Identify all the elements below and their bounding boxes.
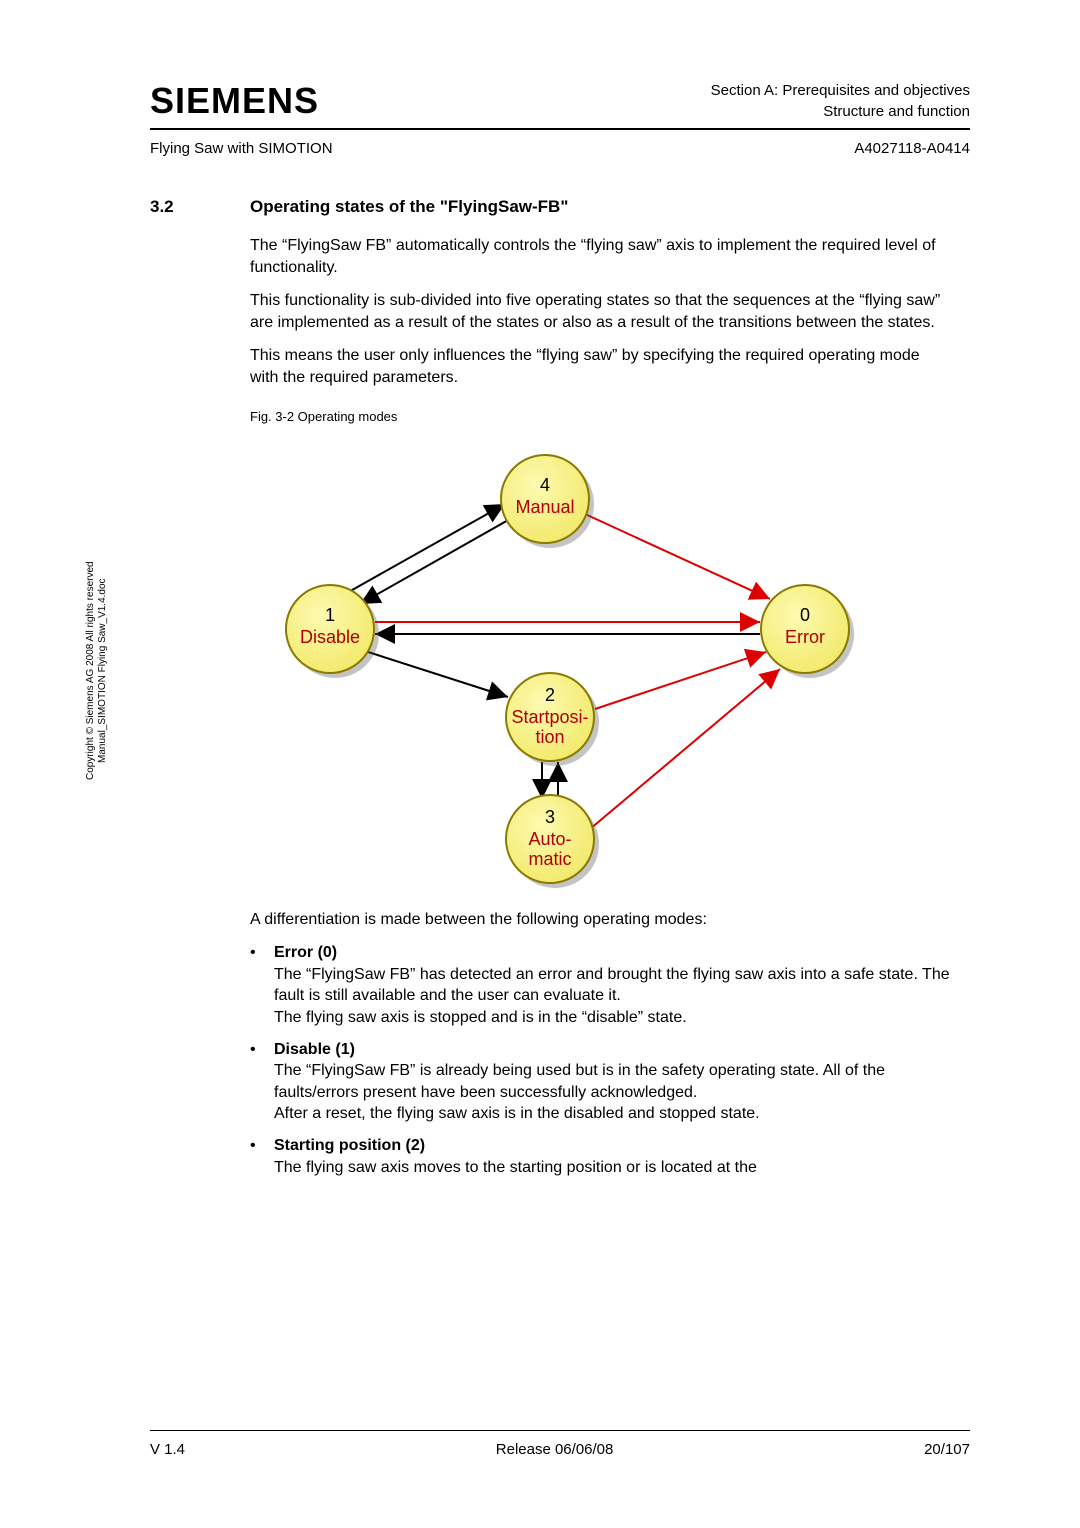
node-error-label: Error	[785, 627, 825, 647]
section-heading: 3.2 Operating states of the "FlyingSaw-F…	[150, 197, 970, 217]
node-startpos-label1: Startposi-	[511, 707, 588, 727]
node-manual-label: Manual	[515, 497, 574, 517]
header-section-info: Section A: Prerequisites and objectives …	[711, 80, 970, 122]
node-error-num: 0	[800, 605, 810, 625]
footer-version: V 1.4	[150, 1441, 185, 1458]
header: SIEMENS Section A: Prerequisites and obj…	[150, 80, 970, 130]
node-startpos-num: 2	[545, 685, 555, 705]
bullet-icon: •	[250, 942, 260, 1028]
node-manual-num: 4	[540, 475, 550, 495]
section-title: Operating states of the "FlyingSaw-FB"	[250, 197, 568, 217]
doc-number: A4027118-A0414	[854, 140, 970, 157]
paragraph-4: A differentiation is made between the fo…	[250, 909, 950, 931]
copyright-line2: Manual_SIMOTION Flying Saw_V1.4.doc	[97, 561, 109, 780]
list-item: • Error (0) The “FlyingSaw FB” has detec…	[250, 942, 970, 1028]
node-disable-num: 1	[325, 605, 335, 625]
footer-page: 20/107	[924, 1441, 970, 1458]
subheader: Flying Saw with SIMOTION A4027118-A0414	[150, 140, 970, 157]
copyright-vertical: Copyright © Siemens AG 2008 All rights r…	[85, 561, 109, 780]
copyright-line1: Copyright © Siemens AG 2008 All rights r…	[85, 561, 97, 780]
bullet-text-2: The flying saw axis moves to the startin…	[274, 1159, 757, 1176]
bullet-title-2: Starting position (2)	[274, 1137, 425, 1154]
header-section-line2: Structure and function	[711, 101, 970, 122]
header-section-line1: Section A: Prerequisites and objectives	[711, 80, 970, 101]
list-item: • Disable (1) The “FlyingSaw FB” is alre…	[250, 1039, 970, 1125]
bullet-list: • Error (0) The “FlyingSaw FB” has detec…	[250, 942, 970, 1178]
node-auto-label2: matic	[528, 849, 571, 869]
section-number: 3.2	[150, 197, 210, 217]
paragraph-1: The “FlyingSaw FB” automatically control…	[250, 235, 950, 278]
footer-release: Release 06/06/08	[496, 1441, 614, 1458]
state-diagram: 4 Manual 1 Disable 0 Error 2 Startposi- …	[250, 439, 870, 899]
list-item: • Starting position (2) The flying saw a…	[250, 1135, 970, 1178]
bullet-icon: •	[250, 1135, 260, 1178]
node-disable-label: Disable	[300, 627, 360, 647]
bullet-icon: •	[250, 1039, 260, 1125]
bullet-title-0: Error (0)	[274, 944, 337, 961]
node-auto-label1: Auto-	[528, 829, 571, 849]
figure-caption: Fig. 3-2 Operating modes	[250, 409, 970, 424]
paragraph-3: This means the user only influences the …	[250, 345, 950, 388]
bullet-text-0: The “FlyingSaw FB” has detected an error…	[274, 966, 950, 1026]
node-startpos-label2: tion	[535, 727, 564, 747]
bullet-title-1: Disable (1)	[274, 1041, 355, 1058]
paragraph-2: This functionality is sub-divided into f…	[250, 290, 950, 333]
siemens-logo: SIEMENS	[150, 80, 319, 122]
doc-title: Flying Saw with SIMOTION	[150, 140, 333, 157]
footer: V 1.4 Release 06/06/08 20/107	[150, 1430, 970, 1458]
node-auto-num: 3	[545, 807, 555, 827]
bullet-text-1: The “FlyingSaw FB” is already being used…	[274, 1062, 885, 1122]
